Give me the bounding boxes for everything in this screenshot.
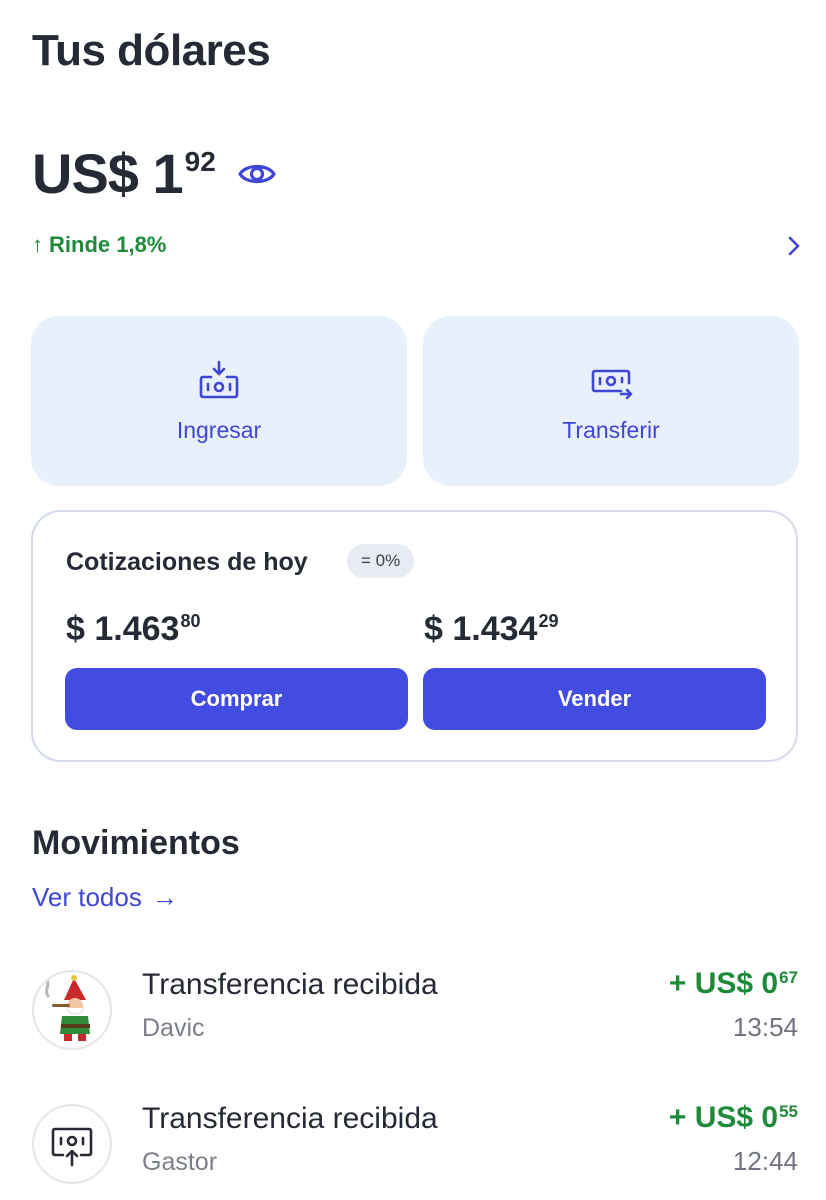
up-arrow-icon: ↑	[32, 232, 43, 257]
gnome-avatar	[34, 972, 110, 1048]
transaction-time: 12:44	[732, 1146, 798, 1176]
transaction-title: Transferencia recibida	[142, 1102, 438, 1135]
list-item[interactable]: Transferencia recibida Gastor + US$ 0 55…	[32, 1100, 798, 1190]
see-all-link[interactable]: Ver todos →	[32, 882, 178, 913]
transaction-amount: + US$ 0 67	[669, 966, 798, 1002]
quotes-card: Cotizaciones de hoy = 0% $ 1.463 80 $ 1.…	[31, 510, 798, 762]
deposit-icon	[199, 360, 239, 398]
yield-indicator: ↑ Rinde 1,8%	[32, 232, 166, 258]
avatar	[32, 1104, 112, 1184]
see-all-label: Ver todos	[32, 882, 142, 912]
chevron-right-icon	[788, 236, 800, 256]
sell-price-integer: $ 1.434	[424, 610, 538, 648]
movements-title: Movimientos	[32, 824, 240, 862]
page-title: Tus dólares	[32, 26, 271, 75]
eye-icon	[238, 164, 276, 184]
buy-price-integer: $ 1.463	[66, 610, 180, 648]
yield-label: Rinde 1,8%	[49, 232, 167, 257]
toggle-visibility-button[interactable]	[236, 156, 278, 192]
transfer-icon	[591, 369, 633, 399]
transaction-amount-cents: 55	[779, 1102, 798, 1121]
transfer-button[interactable]: Transferir	[423, 316, 799, 486]
sell-button[interactable]: Vender	[423, 668, 766, 730]
deposit-button[interactable]: Ingresar	[31, 316, 407, 486]
transfer-label: Transferir	[562, 416, 660, 443]
transaction-amount-cents: 67	[779, 968, 798, 987]
sell-price-cents: 29	[538, 611, 559, 631]
transaction-amount-integer: + US$ 0	[668, 1101, 779, 1134]
buy-price: $ 1.463 80	[66, 608, 200, 650]
receive-transfer-icon	[51, 1127, 93, 1167]
buy-price-cents: 80	[180, 611, 201, 631]
balance-amount: US$ 1 92	[32, 140, 216, 208]
transaction-sender: Gastor	[142, 1148, 218, 1176]
transaction-amount: + US$ 0 55	[669, 1100, 798, 1136]
yield-details-button[interactable]	[780, 232, 808, 260]
transaction-sender: Davic	[142, 1014, 205, 1042]
sell-price: $ 1.434 29	[424, 608, 558, 650]
transaction-title: Transferencia recibida	[142, 968, 438, 1001]
list-item[interactable]: Transferencia recibida Davic + US$ 0 67 …	[32, 966, 798, 1056]
balance-integer: US$ 1	[32, 142, 184, 205]
balance-cents: 92	[184, 146, 216, 177]
quotes-title: Cotizaciones de hoy	[66, 548, 308, 576]
arrow-right-icon: →	[151, 882, 178, 912]
transaction-time: 13:54	[732, 1012, 798, 1042]
transaction-amount-integer: + US$ 0	[668, 967, 779, 1000]
quotes-change-badge: = 0%	[347, 544, 415, 578]
avatar	[32, 970, 112, 1050]
deposit-label: Ingresar	[176, 416, 262, 443]
buy-button[interactable]: Comprar	[65, 668, 408, 730]
